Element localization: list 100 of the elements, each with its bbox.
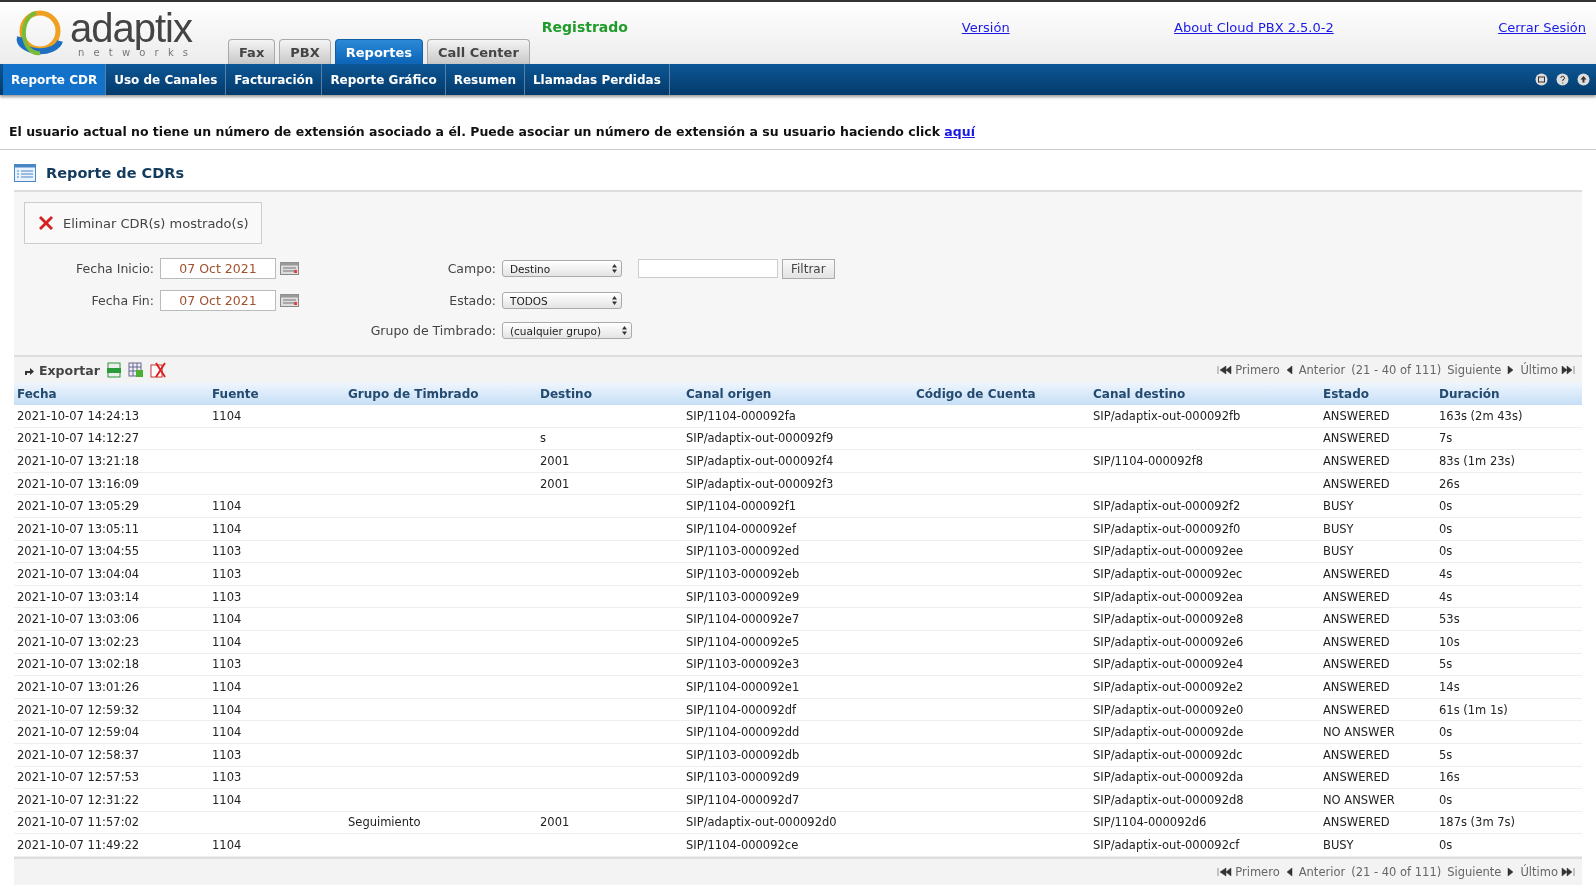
table-cell: SIP/adaptix-out-000092de [1093,725,1244,740]
header-link[interactable]: Versión [961,20,1010,64]
table-cell: 2001 [540,815,570,830]
subnav-tab[interactable]: Resumen [445,64,525,95]
column-header[interactable]: Estado [1320,383,1436,405]
table-cell: SIP/1104-000092d6 [1093,815,1207,830]
module-tab[interactable]: Fax [228,39,276,64]
module-tab[interactable]: PBX [279,39,331,64]
spreadsheet-icon[interactable] [127,362,144,378]
select-field[interactable]: TODOS [502,292,622,309]
table-cell: 26s [1439,476,1460,491]
table-cell: SIP/adaptix-out-000092ec [1093,566,1243,581]
date-field[interactable]: 07 Oct 2021 [160,258,276,279]
table-cell: SIP/1104-000092ce [686,838,799,853]
table-cell: s [540,431,546,446]
screen-icon[interactable] [1535,73,1548,86]
subnav-tab[interactable]: Reporte CDR [3,64,107,95]
column-header[interactable]: Canal origen [683,383,913,405]
table-cell: SIP/1104-000092dd [686,725,800,740]
next-page-link[interactable]: Siguiente [1447,864,1502,879]
header-link[interactable]: About Cloud PBX 2.5.0-2 [1174,20,1334,64]
notice-link[interactable]: aquí [944,124,975,139]
table-cell: 0s [1439,499,1453,514]
column-header[interactable]: Canal destino [1090,383,1320,405]
table-cell: SIP/adaptix-out-000092f4 [686,454,834,468]
table-cell: 2021-10-07 13:21:18 [17,454,140,468]
column-header[interactable]: Destino [537,383,683,405]
table-cell: ANSWERED [1323,657,1390,672]
help-icon[interactable] [1556,73,1569,86]
table-cell: ANSWERED [1323,815,1390,830]
first-page-link[interactable]: Primero [1217,864,1280,879]
delete-button[interactable]: Eliminar CDR(s) mostrado(s) [24,202,262,244]
next-icon [1507,866,1515,877]
table-cell: 2021-10-07 12:31:22 [17,792,140,807]
table-cell: 1103 [212,544,242,559]
table-cell: ANSWERED [1323,702,1390,717]
up-arrow-icon[interactable] [1577,73,1590,86]
previous-icon [1285,866,1293,877]
calendar-icon[interactable] [280,262,299,275]
column-header[interactable]: Grupo de Timbrado [345,383,537,405]
subnav-tab[interactable]: Facturación [226,64,323,95]
close-icon [37,214,55,232]
table-cell: 2021-10-07 13:02:23 [17,634,140,649]
page-title: Reporte de CDRs [46,165,185,181]
last-page-icon [1561,365,1576,375]
column-header[interactable]: Código de Cuenta [913,383,1090,405]
header-link[interactable]: Cerrar Sesión [1498,20,1586,64]
calendar-icon[interactable] [280,294,299,307]
table-cell: 1103 [212,566,242,581]
previous-page-link[interactable]: Anterior [1298,363,1346,377]
table-cell: 163s (2m 43s) [1439,408,1523,423]
table-cell: 2021-10-07 13:03:06 [17,612,140,627]
table-cell: 4s [1439,589,1453,604]
logo-text: adaptix [70,8,192,48]
field-label: Fecha Fin: [90,293,154,308]
table-cell: 1104 [212,634,242,649]
table-cell: ANSWERED [1323,747,1390,762]
first-page-link[interactable]: Primero [1217,363,1280,377]
table-cell: ANSWERED [1323,634,1390,649]
column-header[interactable]: Fecha [14,383,209,405]
pdf-delete-icon[interactable] [149,362,166,378]
select-field[interactable]: (cualquier grupo) [502,322,632,339]
module-tab[interactable]: Call Center [427,39,530,64]
date-field[interactable]: 07 Oct 2021 [160,290,276,311]
subnav-tab[interactable]: Reporte Gráfico [322,64,446,95]
share-arrow-icon [24,365,34,375]
first-page-icon [1217,365,1233,375]
subnav-tab[interactable]: Uso de Canales [106,64,227,95]
input-field[interactable] [638,259,778,278]
filter-button[interactable]: Filtrar [782,258,835,279]
select-field[interactable]: Destino [502,260,622,277]
table-cell: 1104 [212,702,242,717]
subnav-tab[interactable]: Llamadas Perdidas [524,64,670,95]
table-cell: SIP/1103-000092ed [686,544,800,559]
table-cell: SIP/adaptix-out-000092da [1093,770,1244,785]
table-cell: ANSWERED [1323,408,1390,423]
previous-page-link[interactable]: Anterior [1298,864,1346,879]
column-header[interactable]: Duración [1436,383,1582,405]
table-cell: 14s [1439,679,1460,694]
table-cell: SIP/adaptix-out-000092f3 [686,476,834,491]
table-cell: ANSWERED [1323,679,1390,694]
csv-file-icon[interactable] [105,362,122,378]
table-cell: SIP/1103-000092e9 [686,589,800,604]
table-cell: SIP/adaptix-out-000092e4 [1093,657,1244,672]
table-cell: 10s [1439,634,1460,649]
table-cell: 2021-10-07 12:59:04 [17,725,140,740]
table-cell: 2021-10-07 12:59:32 [17,702,140,717]
column-header[interactable]: Fuente [209,383,345,405]
export-button[interactable]: Exportar [24,362,100,378]
next-page-link[interactable]: Siguiente [1447,363,1502,377]
table-cell: ANSWERED [1323,566,1390,581]
module-tab[interactable]: Reportes [334,39,423,64]
table-cell: 1104 [212,725,242,740]
table-cell: 0s [1439,838,1453,853]
table-cell: 2021-10-07 13:05:11 [17,521,140,536]
table-cell: 2021-10-07 13:05:29 [17,499,140,514]
last-page-link[interactable]: Último [1520,363,1576,377]
last-page-link[interactable]: Último [1520,864,1576,879]
select-arrow-icon [612,296,617,305]
table-cell: 1104 [212,408,242,423]
